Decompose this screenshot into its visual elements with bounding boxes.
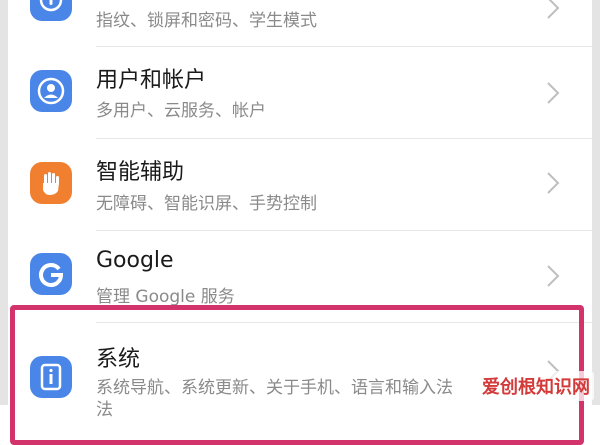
settings-item-title: Google bbox=[96, 248, 174, 273]
settings-item-users-accounts[interactable]: 用户和帐户 多用户、云服务、帐户 bbox=[8, 47, 592, 139]
settings-item-title: 用户和帐户 bbox=[96, 68, 207, 93]
settings-item-security[interactable]: 指纹、锁屏和密码、学生模式 bbox=[8, 0, 592, 46]
security-icon bbox=[30, 0, 72, 21]
user-account-icon bbox=[30, 70, 72, 112]
hand-icon bbox=[30, 162, 72, 204]
settings-screen: 指纹、锁屏和密码、学生模式 用户和帐户 多用户、云服务、帐户 智能辅助 无障碍、… bbox=[0, 0, 600, 445]
google-icon bbox=[30, 253, 72, 295]
watermark: 爱创根知识网 bbox=[478, 371, 594, 401]
settings-item-subtitle: 多用户、云服务、帐户 bbox=[96, 101, 266, 121]
watermark-text: 爱创根知识网 bbox=[482, 377, 590, 398]
settings-item-title: 智能辅助 bbox=[96, 160, 185, 185]
settings-item-subtitle: 无障碍、智能识屏、手势控制 bbox=[96, 194, 317, 214]
left-edge bbox=[0, 0, 8, 405]
settings-item-smart-assist[interactable]: 智能辅助 无障碍、智能识屏、手势控制 bbox=[8, 139, 592, 231]
settings-item-subtitle: 指纹、锁屏和密码、学生模式 bbox=[96, 11, 317, 31]
chevron-right-icon bbox=[547, 0, 560, 19]
settings-item-subtitle: 管理 Google 服务 bbox=[96, 287, 235, 307]
chevron-right-icon bbox=[547, 82, 560, 104]
chevron-right-icon bbox=[547, 172, 560, 194]
right-edge bbox=[592, 0, 600, 405]
chevron-right-icon bbox=[547, 265, 560, 287]
